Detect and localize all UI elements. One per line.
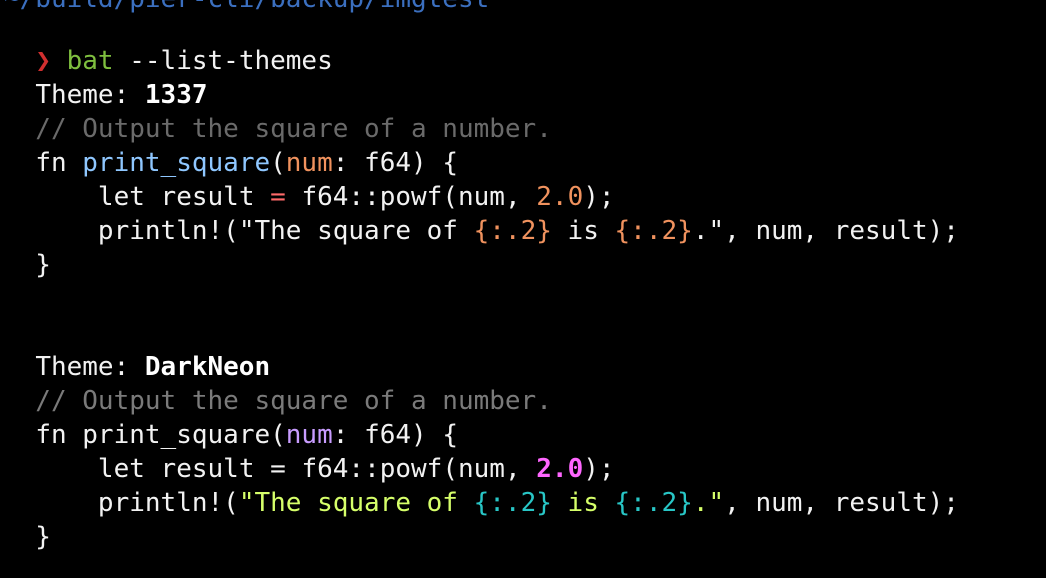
code-line-comment: // Output the square of a number.: [4, 386, 552, 416]
code-line-println: println!("The square of {:.2} is {:.2}."…: [97, 488, 959, 518]
code-line-close-brace: }: [4, 250, 51, 280]
code-line-println: println!("The square of {:.2} is {:.2}."…: [97, 216, 959, 246]
code-line-fn-signature: fn print_square(num: f64) {: [35, 420, 458, 450]
code-line-let: let result = f64::powf(num, 2.0);: [97, 454, 615, 484]
code-line-comment: // Output the square of a number.: [4, 114, 552, 144]
code-line-fn-signature: fn print_square(num: f64) {: [35, 148, 458, 178]
code-line-close-brace: }: [4, 522, 51, 552]
code-line-let: let result = f64::powf(num, 2.0);: [97, 182, 615, 212]
theme-name: 1337: [144, 80, 208, 110]
theme-header-1337: Theme: 1337: [4, 44, 207, 110]
prompt-line: ❯ bat --list-themes: [4, 10, 332, 76]
theme-name: DarkNeon: [144, 352, 271, 382]
theme-label: Theme:: [35, 352, 145, 382]
theme-label: Theme:: [35, 80, 145, 110]
theme-header-darkneon: Theme: DarkNeon: [4, 316, 270, 382]
